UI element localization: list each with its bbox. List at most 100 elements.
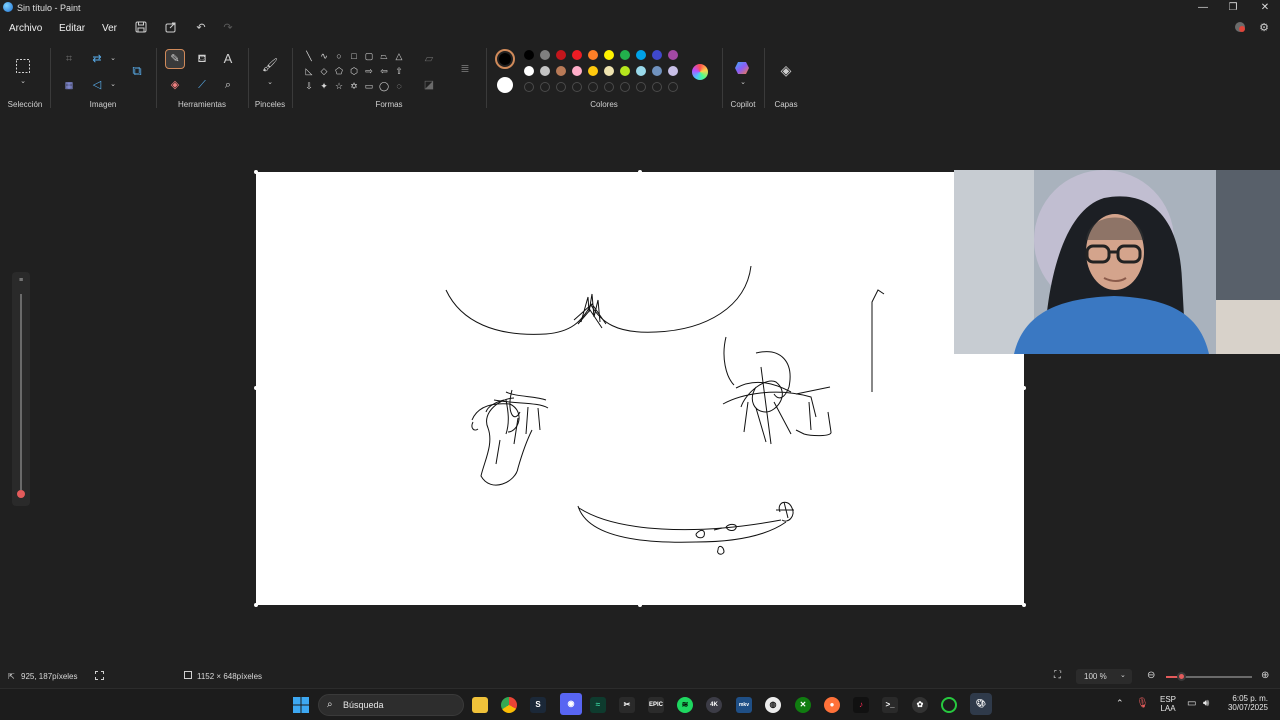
oval-shape-icon[interactable]: ○ (333, 50, 345, 62)
palette-swatch[interactable] (540, 66, 550, 76)
steam-icon[interactable]: S (530, 697, 546, 713)
taskbar-search-box[interactable]: ⌕ Búsqueda (318, 694, 464, 716)
right-triangle-shape-icon[interactable]: ◺ (303, 65, 315, 77)
palette-swatch[interactable] (620, 50, 630, 60)
shape-outline-icon[interactable]: ▱ (420, 50, 438, 68)
palette-swatch[interactable] (588, 66, 598, 76)
layers-icon[interactable]: ◈ (777, 61, 795, 79)
console-icon[interactable]: >_ (882, 697, 898, 713)
settings-gear-icon[interactable]: ⚙ (1257, 21, 1271, 35)
custom-color-slot[interactable] (652, 82, 662, 92)
fit-to-window-icon[interactable]: ⛶ (1054, 670, 1061, 681)
canvas-handle-bottom[interactable] (638, 603, 642, 607)
save-icon[interactable] (134, 21, 148, 35)
image-creator-icon[interactable]: ⧉ (128, 62, 146, 80)
palette-swatch[interactable] (556, 50, 566, 60)
palette-swatch[interactable] (668, 50, 678, 60)
diamond-shape-icon[interactable]: ◇ (318, 65, 330, 77)
curve-shape-icon[interactable]: ∿ (318, 50, 330, 62)
text-icon[interactable]: A (219, 50, 237, 68)
chatgpt-icon[interactable]: ✿ (912, 697, 928, 713)
canvas-handle-bottom-left[interactable] (254, 603, 258, 607)
rectangle-shape-icon[interactable]: □ (348, 50, 360, 62)
palette-swatch[interactable] (668, 66, 678, 76)
polygon-shape-icon[interactable]: ⏢ (378, 50, 390, 62)
palette-swatch[interactable] (556, 66, 566, 76)
spotify-icon[interactable]: ≋ (677, 697, 693, 713)
volume-icon[interactable]: 🔊︎ (1203, 698, 1209, 709)
custom-color-slot[interactable] (556, 82, 566, 92)
pencil-icon[interactable]: ✎ (165, 49, 185, 69)
shape-fill-icon[interactable]: ◪ (420, 76, 438, 94)
menu-archivo[interactable]: Archivo (9, 23, 42, 34)
background-remove-icon[interactable]: ▦ (60, 76, 78, 94)
rotate-chevron-icon[interactable]: ⌄ (104, 76, 122, 94)
crop-icon[interactable]: ⌗ (60, 50, 78, 68)
custom-color-slot[interactable] (524, 82, 534, 92)
canvas-handle-top[interactable] (638, 170, 642, 174)
six-point-star-shape-icon[interactable]: ✡ (348, 80, 360, 92)
zoom-out-icon[interactable]: ⊖ (1147, 670, 1155, 681)
zoom-in-icon[interactable]: ⊕ (1261, 670, 1269, 681)
zoom-slider-thumb[interactable] (1177, 672, 1186, 681)
obs-icon[interactable]: ◍ (765, 697, 781, 713)
palette-swatch[interactable] (652, 66, 662, 76)
palette-swatch[interactable] (572, 50, 582, 60)
pentagon-shape-icon[interactable]: ⬠ (333, 65, 345, 77)
palette-swatch[interactable] (524, 50, 534, 60)
windows-start-icon[interactable] (293, 697, 309, 713)
custom-color-slot[interactable] (604, 82, 614, 92)
4k-downloader-icon[interactable]: 4K (706, 697, 722, 713)
four-point-star-shape-icon[interactable]: ✦ (318, 80, 330, 92)
status-app-icon[interactable] (941, 697, 957, 713)
palette-swatch[interactable] (540, 50, 550, 60)
paint-taskbar-icon[interactable]: 🎨︎ (970, 693, 992, 715)
custom-color-slot[interactable] (572, 82, 582, 92)
redo-icon[interactable]: ↷ (221, 21, 235, 35)
edit-colors-wheel-icon[interactable] (692, 64, 708, 80)
up-arrow-shape-icon[interactable]: ⇧ (393, 65, 405, 77)
hexagon-shape-icon[interactable]: ⬡ (348, 65, 360, 77)
terminal-app-icon[interactable]: ≈ (590, 697, 606, 713)
brush-chevron-icon[interactable]: ⌄ (261, 74, 279, 92)
custom-color-slot[interactable] (620, 82, 630, 92)
palette-swatch[interactable] (636, 66, 646, 76)
primary-color-selector[interactable] (495, 49, 515, 69)
resize-chevron-icon[interactable]: ⌄ (104, 50, 122, 68)
color-picker-icon[interactable]: ⟋ (193, 76, 211, 94)
triangle-shape-icon[interactable]: △ (393, 50, 405, 62)
custom-color-slot[interactable] (540, 82, 550, 92)
custom-color-slot[interactable] (668, 82, 678, 92)
right-arrow-shape-icon[interactable]: ⇨ (363, 65, 375, 77)
account-avatar-icon[interactable] (1233, 21, 1247, 35)
menu-editar[interactable]: Editar (59, 23, 85, 34)
left-arrow-shape-icon[interactable]: ⇦ (378, 65, 390, 77)
callout-rectangle-shape-icon[interactable]: ▭ (363, 80, 375, 92)
canvas-handle-top-left[interactable] (254, 170, 258, 174)
file-explorer-icon[interactable] (472, 697, 488, 713)
media-app-icon[interactable]: mkv (736, 697, 752, 713)
palette-swatch[interactable] (588, 50, 598, 60)
shape-size-icon[interactable]: ≣ (456, 60, 474, 78)
secondary-color-selector[interactable] (497, 77, 513, 93)
restore-button[interactable]: ❐ (1218, 0, 1248, 16)
brush-size-thumb[interactable] (17, 490, 25, 498)
close-button[interactable]: ✕ (1250, 0, 1280, 16)
palette-swatch[interactable] (604, 66, 614, 76)
callout-oval-shape-icon[interactable]: ◯ (378, 80, 390, 92)
canvas-handle-right[interactable] (1022, 386, 1026, 390)
drawing-canvas[interactable] (256, 172, 1024, 605)
callout-cloud-shape-icon[interactable]: ◌ (393, 80, 405, 92)
palette-swatch[interactable] (620, 66, 630, 76)
fill-bucket-icon[interactable]: ⛾ (193, 50, 211, 68)
custom-color-slot[interactable] (588, 82, 598, 92)
xbox-icon[interactable]: ✕ (795, 697, 811, 713)
clock[interactable]: 6:05 p. m. 30/07/2025 (1222, 694, 1268, 712)
custom-color-slot[interactable] (636, 82, 646, 92)
discord-icon[interactable]: ◉ (560, 693, 582, 715)
palette-swatch[interactable] (524, 66, 534, 76)
epic-games-icon[interactable]: EPIC (648, 697, 664, 713)
undo-icon[interactable]: ↶ (194, 21, 208, 35)
brush-icon[interactable]: 🖌︎ (261, 56, 279, 74)
palette-swatch[interactable] (572, 66, 582, 76)
